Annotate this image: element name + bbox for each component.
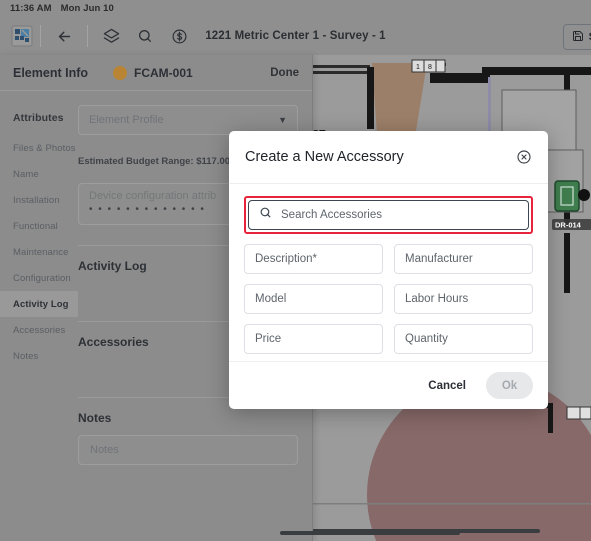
sidebar-item-functional[interactable]: Functional [0, 213, 78, 239]
dialog-header: Create a New Accessory [229, 131, 548, 184]
create-accessory-dialog: Create a New Accessory Search Accessorie… [229, 131, 548, 409]
cancel-button[interactable]: Cancel [419, 374, 475, 398]
notes-input[interactable]: Notes [78, 435, 298, 465]
notes-placeholder: Notes [90, 444, 119, 456]
sidebar-item-maintenance[interactable]: Maintenance [0, 239, 78, 265]
app-screen: 1 8 1'2" CT. OM DR-014 [0, 0, 591, 541]
app-grid-logo[interactable] [10, 24, 34, 48]
ok-button[interactable]: Ok [486, 372, 533, 399]
done-button[interactable]: Done [270, 67, 299, 79]
search-accessories-input[interactable]: Search Accessories [248, 200, 529, 230]
dialog-title: Create a New Accessory [245, 149, 404, 165]
description-field[interactable]: Description* [244, 244, 383, 274]
sidebar-item-accessories[interactable]: Accessories [0, 317, 78, 343]
search-placeholder: Search Accessories [281, 209, 382, 221]
search-highlight-box: Search Accessories [244, 196, 533, 234]
panel-header: Element Info FCAM-001 Done [0, 55, 312, 91]
dialog-footer: Cancel Ok [229, 361, 548, 409]
status-date: Mon Jun 10 [60, 3, 114, 14]
svg-text:8: 8 [428, 64, 432, 71]
chevron-down-icon: ▼ [278, 115, 287, 125]
save-button[interactable]: S [562, 24, 591, 50]
sidebar-item-notes[interactable]: Notes [0, 343, 78, 369]
notes-heading: Notes [78, 411, 112, 425]
svg-text:1'2": 1'2" [454, 78, 465, 85]
sidebar-item-activity-log[interactable]: Activity Log [0, 291, 78, 317]
panel-nav: Attributes Files & Photos Name Installat… [0, 91, 78, 541]
close-circle-icon[interactable] [516, 149, 532, 165]
save-disk-icon [572, 30, 584, 45]
horizontal-scrollbar[interactable] [280, 531, 460, 535]
dialog-body: Search Accessories Description* Manufact… [229, 184, 548, 361]
price-field[interactable]: Price [244, 324, 383, 354]
search-icon [259, 206, 272, 224]
app-toolbar: 1221 Metric Center 1 - Survey - 1 S [0, 17, 591, 55]
toolbar-divider-1 [40, 25, 41, 47]
door-tag-18: 1 8 [411, 59, 446, 73]
status-bar: 11:36 AM Mon Jun 10 [0, 0, 591, 17]
element-chip[interactable]: FCAM-001 [113, 65, 193, 80]
sidebar-item-name[interactable]: Name [0, 161, 78, 187]
sidebar-item-files-photos[interactable]: Files & Photos [0, 135, 78, 161]
sidebar-item-attributes[interactable]: Attributes [0, 101, 78, 135]
search-icon[interactable] [128, 19, 162, 53]
element-profile-value: Element Profile [89, 114, 164, 126]
svg-text:1: 1 [416, 64, 420, 71]
sidebar-item-installation[interactable]: Installation [0, 187, 78, 213]
element-id-label: FCAM-001 [134, 65, 193, 80]
layers-icon[interactable] [94, 19, 128, 53]
back-arrow-icon[interactable] [47, 19, 81, 53]
manufacturer-field[interactable]: Manufacturer [394, 244, 533, 274]
accessory-fields-grid: Description* Manufacturer Model Labor Ho… [244, 244, 533, 354]
page-title: 1221 Metric Center 1 - Survey - 1 [205, 30, 386, 42]
quantity-field[interactable]: Quantity [394, 324, 533, 354]
labor-hours-field[interactable]: Labor Hours [394, 284, 533, 314]
status-time: 11:36 AM [10, 3, 52, 14]
toolbar-divider-2 [87, 25, 88, 47]
element-status-dot [113, 65, 128, 80]
panel-title: Element Info [13, 65, 89, 80]
svg-text:DR-014: DR-014 [555, 221, 582, 230]
dollar-circle-icon[interactable] [162, 19, 196, 53]
model-field[interactable]: Model [244, 284, 383, 314]
sidebar-item-configuration[interactable]: Configuration [0, 265, 78, 291]
